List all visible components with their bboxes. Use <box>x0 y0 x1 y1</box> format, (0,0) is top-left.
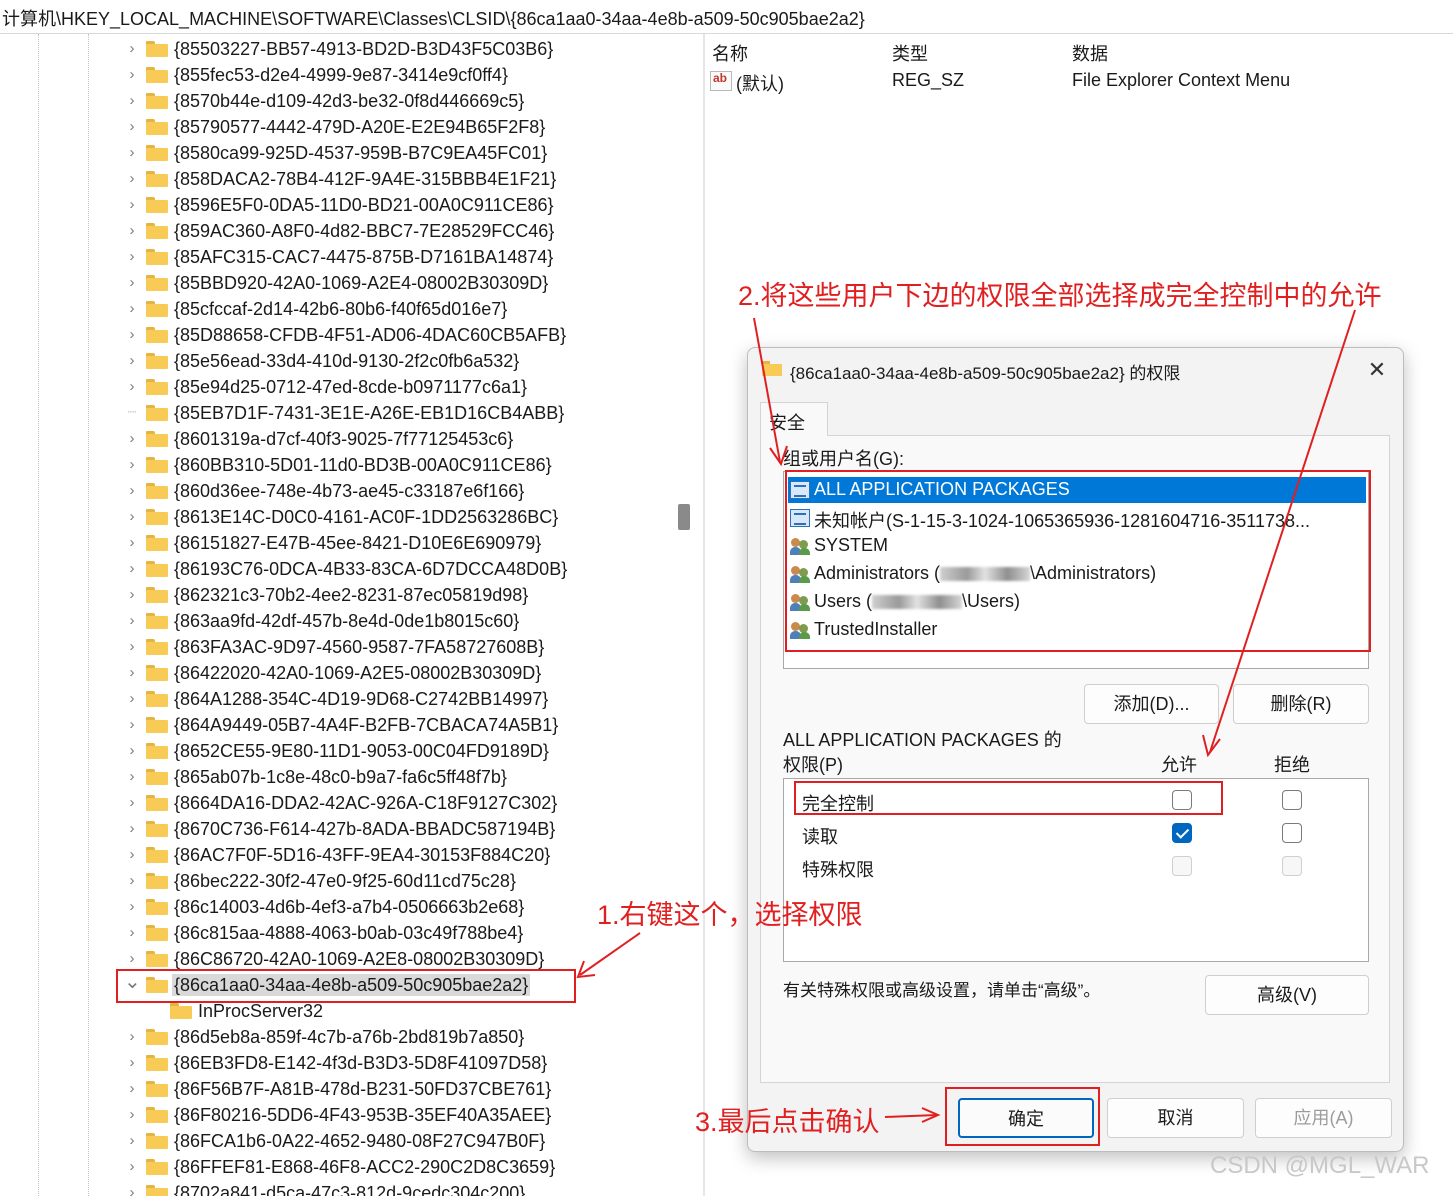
arrow-step2-left <box>753 317 781 463</box>
watermark: CSDN @MGL_WAR <box>1210 1152 1430 1179</box>
annotation-arrows <box>576 309 1356 1123</box>
arrow-step1 <box>579 932 641 976</box>
arrow-step2-right <box>1209 309 1356 753</box>
arrow-step3 <box>884 1114 938 1118</box>
